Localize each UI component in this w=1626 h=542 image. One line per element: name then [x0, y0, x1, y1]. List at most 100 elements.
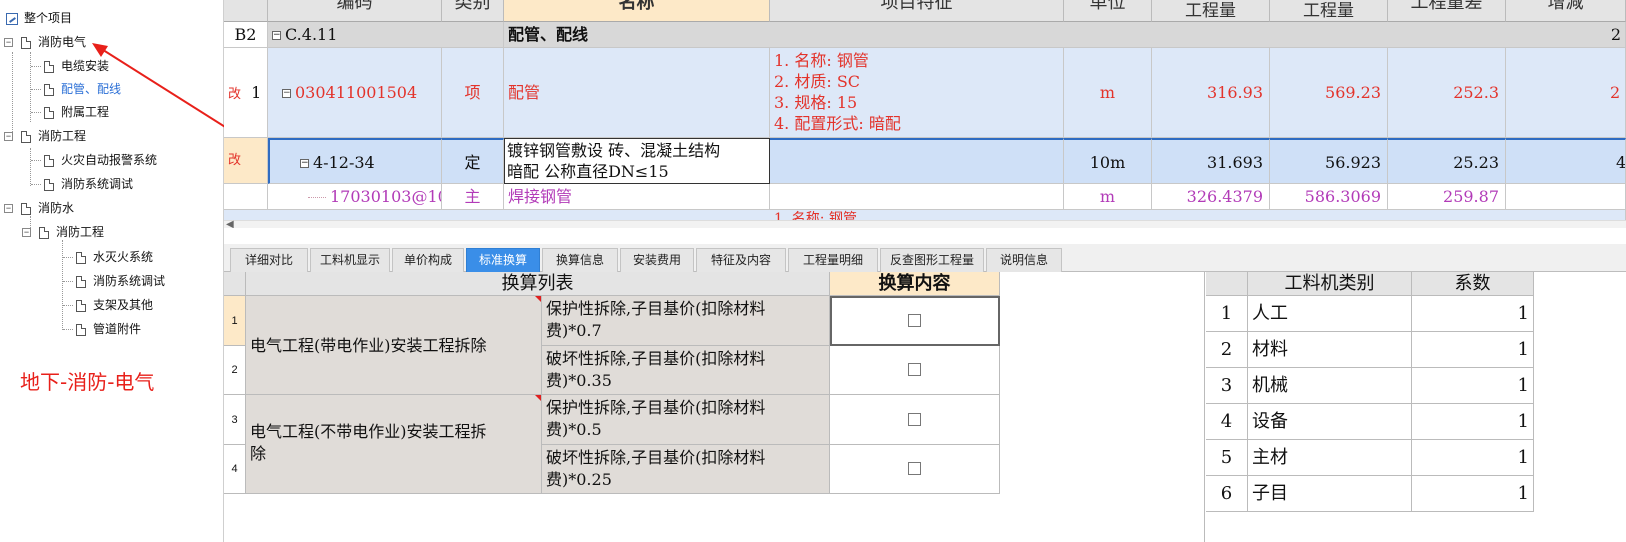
factor-type: 设备 [1248, 404, 1412, 440]
tab-unit-price[interactable]: 单价构成 [392, 248, 464, 272]
panel-divider[interactable] [1204, 272, 1205, 542]
tree-node-fire-water[interactable]: − 消防水 [4, 198, 74, 218]
tree-node-extinguishing[interactable]: 水灭火系统 [76, 247, 153, 267]
row2-qty2[interactable]: 56.923 [1270, 138, 1388, 184]
conv-checkbox[interactable] [907, 363, 921, 376]
row3-flag [224, 184, 268, 210]
row3-name[interactable]: 焊接钢管 [504, 184, 770, 210]
row3-features[interactable] [770, 184, 1064, 210]
factor-type: 主材 [1248, 440, 1412, 476]
collapse-icon[interactable]: − [22, 228, 31, 238]
tab-graphic-quantity[interactable]: 反查图形工程量 [880, 248, 984, 272]
header-code[interactable]: 编码 [268, 0, 442, 22]
detail-tabs: 详细对比 工料机显示 单价构成 标准换算 换算信息 安装费用 特征及内容 工程量… [224, 244, 1626, 272]
factor-row-num: 4 [1206, 404, 1248, 440]
document-icon [76, 299, 86, 312]
conv-check-cell[interactable] [830, 296, 1000, 346]
row1-qty2[interactable]: 569.23 [1270, 48, 1388, 138]
collapse-icon[interactable]: − [4, 38, 13, 48]
tree-label: 消防电气 [38, 35, 87, 49]
conv-item: 保护性拆除,子目基价(扣除材料 费)*0.5 [542, 395, 830, 445]
tree-label: 水灭火系统 [93, 250, 154, 264]
factor-type: 材料 [1248, 332, 1412, 368]
horizontal-scrollbar[interactable]: ◀ [224, 219, 1626, 228]
tab-install-fee[interactable]: 安装费用 [620, 248, 694, 272]
row-b2-code[interactable]: − C.4.11 [268, 22, 504, 48]
conv-check-cell[interactable] [830, 445, 1000, 494]
tree-node-conduit-wiring[interactable]: 配管、配线 [44, 79, 121, 99]
conv-checkbox[interactable] [908, 314, 921, 327]
factor-coef[interactable]: 1 [1412, 296, 1534, 332]
tree-guide [30, 148, 31, 186]
collapse-icon[interactable]: − [272, 31, 281, 40]
tree-node-water-fire-engineering[interactable]: − 消防工程 [22, 222, 104, 242]
conv-checkbox[interactable] [907, 462, 921, 475]
header-qty-diff[interactable]: 工程量差 [1388, 0, 1506, 22]
row1-qty1[interactable]: 316.93 [1152, 48, 1270, 138]
collapse-icon[interactable]: − [4, 204, 13, 214]
row2-code[interactable]: −4-12-34 [268, 138, 442, 184]
tab-labor-material[interactable]: 工料机显示 [310, 248, 390, 272]
header-name[interactable]: 名称 [504, 0, 770, 22]
tree-node-pipe-fittings[interactable]: 管道附件 [76, 319, 141, 339]
collapse-icon[interactable]: − [4, 132, 13, 142]
conv-row-num: 4 [224, 445, 246, 494]
conv-item-line: 保护性拆除,子目基价(扣除材料 [546, 398, 766, 417]
row3-code[interactable]: 17030103@10 [268, 184, 442, 210]
tree-label: 消防工程 [56, 225, 105, 239]
header-qty-1[interactable]: 工程量 [1152, 0, 1270, 22]
conv-group-text: 电气工程(带电作业)安装工程拆除 [250, 336, 487, 355]
conv-check-cell[interactable] [830, 395, 1000, 445]
tab-detail-compare[interactable]: 详细对比 [230, 248, 308, 272]
tab-quantity-detail[interactable]: 工程量明细 [788, 248, 878, 272]
factor-coef[interactable]: 1 [1412, 440, 1534, 476]
row1-flag-text: 改 [228, 87, 242, 102]
tree-node-brackets[interactable]: 支架及其他 [76, 295, 153, 315]
header-qty-2[interactable]: 工程量 [1270, 0, 1388, 22]
header-unit[interactable]: 单位 [1064, 0, 1152, 22]
row3-qty1[interactable]: 326.4379 [1152, 184, 1270, 210]
tab-notes[interactable]: 说明信息 [986, 248, 1062, 272]
conv-checkbox[interactable] [907, 412, 921, 426]
row2-name[interactable]: 镀锌钢管敷设 砖、混凝土结构 暗配 公称直径DN≤15 [504, 138, 770, 184]
tree-node-alarm[interactable]: 火灾自动报警系统 [44, 150, 157, 170]
tree-node-water-commissioning[interactable]: 消防系统调试 [76, 271, 165, 291]
collapse-icon[interactable]: − [300, 159, 309, 168]
tree-label: 消防水 [38, 201, 75, 215]
conv-check-cell[interactable] [830, 346, 1000, 395]
factor-coef[interactable]: 1 [1412, 332, 1534, 368]
row3-qty2[interactable]: 586.3069 [1270, 184, 1388, 210]
collapse-icon[interactable]: − [282, 89, 291, 98]
tab-standard-conversion[interactable]: 标准换算 [466, 248, 540, 272]
scroll-left-icon[interactable]: ◀ [226, 219, 234, 228]
row2-qty1[interactable]: 31.693 [1152, 138, 1270, 184]
row2-features[interactable] [770, 138, 1064, 184]
row2-flag: 改 [224, 138, 268, 184]
header-change[interactable]: 增減 [1506, 0, 1626, 22]
tree-label: 消防系统调试 [61, 177, 134, 191]
factor-coef[interactable]: 1 [1412, 476, 1534, 512]
tree-node-fire-engineering[interactable]: − 消防工程 [4, 126, 86, 146]
row1-features[interactable]: 1. 名称: 钢管 2. 材质: SC 3. 规格: 15 4. 配置形式: 暗… [770, 48, 1064, 138]
tree-node-cable[interactable]: 电缆安装 [44, 56, 109, 76]
tree-node-fire-electric[interactable]: − 消防电气 [4, 32, 86, 52]
feature-line: 4. 配置形式: 暗配 [774, 114, 901, 133]
tree-node-commissioning[interactable]: 消防系统调试 [44, 174, 133, 194]
document-icon [44, 106, 54, 119]
header-type[interactable]: 类别 [442, 0, 504, 22]
document-icon [76, 251, 86, 264]
conv-group-live: 电气工程(带电作业)安装工程拆除 [246, 296, 542, 395]
row1-code[interactable]: −030411001504 [268, 48, 442, 138]
tree-root[interactable]: 整个项目 [6, 8, 72, 28]
factor-coef[interactable]: 1 [1412, 368, 1534, 404]
row2-type: 定 [442, 138, 504, 184]
conv-item-line: 破坏性拆除,子目基价(扣除材料 [546, 448, 766, 467]
document-icon [21, 36, 31, 49]
header-features[interactable]: 项目特征 [770, 0, 1064, 22]
factor-coef[interactable]: 1 [1412, 404, 1534, 440]
tree-node-auxiliary[interactable]: 附属工程 [44, 102, 109, 122]
comment-marker [535, 395, 541, 401]
row1-name[interactable]: 配管 [504, 48, 770, 138]
tab-conversion-info[interactable]: 换算信息 [542, 248, 618, 272]
tab-features[interactable]: 特征及内容 [696, 248, 786, 272]
